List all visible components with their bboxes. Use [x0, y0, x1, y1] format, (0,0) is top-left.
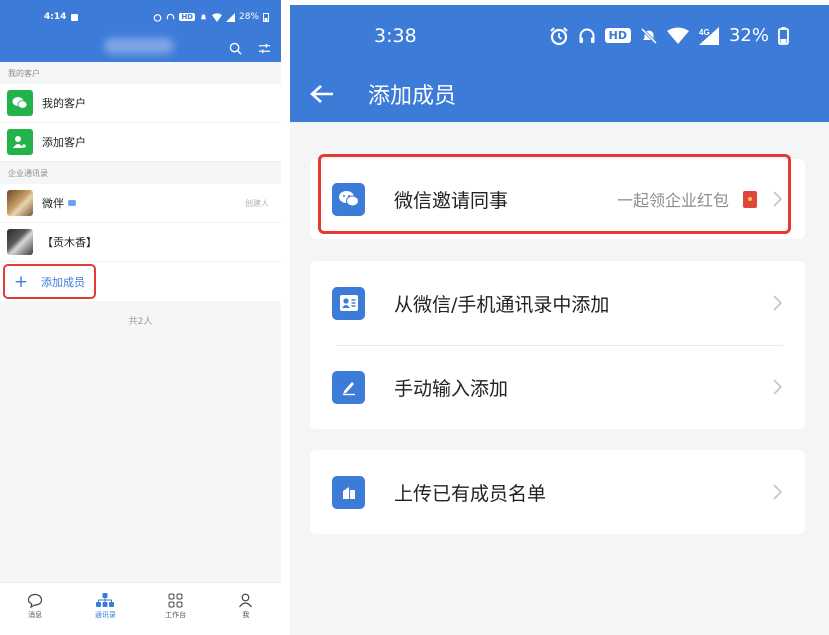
- member-row[interactable]: 【贡木香】: [0, 223, 281, 262]
- left-phone-screen: 4:14 HD 28% 我的客户 我的客户 添加客户 企业通讯录 微伴 创建人 …: [0, 0, 281, 630]
- settings-sliders-icon[interactable]: [258, 42, 271, 55]
- chat-bubble-icon: [28, 593, 43, 608]
- card-upload: 上传已有成员名单: [310, 450, 805, 534]
- tab-messages[interactable]: 消息: [0, 583, 70, 630]
- wifi-icon: [666, 27, 689, 44]
- alarm-icon: [549, 26, 568, 45]
- menu-item-label: 上传已有成员名单: [394, 482, 547, 505]
- search-icon[interactable]: [229, 42, 242, 55]
- svg-text:4G: 4G: [699, 28, 710, 37]
- member-name: 【贡木香】: [42, 236, 97, 249]
- add-member-button[interactable]: + 添加成员: [0, 262, 281, 301]
- member-role: 创建人: [245, 198, 269, 208]
- hd-badge: HD: [604, 28, 631, 43]
- status-time: 3:38: [374, 24, 417, 47]
- wecom-badge-icon: [68, 200, 76, 206]
- contact-card-icon: [332, 286, 365, 320]
- headphones-icon: [167, 13, 175, 19]
- battery-icon: [778, 26, 789, 45]
- wechat-icon: [7, 90, 33, 116]
- page-title: 添加成员: [368, 84, 457, 109]
- tab-me[interactable]: 我: [211, 583, 281, 630]
- avatar: [7, 190, 33, 216]
- status-bar: 4:14 HD 28%: [0, 0, 281, 34]
- member-count: 共2人: [128, 317, 153, 327]
- menu-item-upload-list[interactable]: 上传已有成员名单: [310, 450, 805, 534]
- list-item-label: 我的客户: [42, 97, 86, 110]
- menu-item-import-contacts[interactable]: 从微信/手机通讯录中添加: [310, 261, 805, 345]
- mute-icon: [200, 13, 207, 19]
- section-my-customers: 我的客户: [8, 69, 40, 78]
- org-chart-icon: [96, 593, 115, 607]
- highlight-box: [3, 264, 96, 299]
- list-item-add-customer[interactable]: 添加客户: [0, 123, 281, 162]
- wifi-icon: [211, 12, 222, 22]
- signal-icon: [225, 12, 235, 22]
- bottom-tab-bar: 消息 通讯录 工作台 我: [0, 582, 281, 630]
- pencil-icon: [332, 370, 365, 404]
- alarm-icon: [153, 13, 162, 22]
- avatar: [7, 229, 33, 255]
- list-item-label: 添加客户: [42, 136, 86, 149]
- back-arrow-icon[interactable]: [310, 84, 334, 104]
- list-item-my-customers[interactable]: 我的客户: [0, 84, 281, 123]
- menu-item-label: 从微信/手机通讯录中添加: [394, 293, 610, 316]
- top-nav: [0, 34, 281, 62]
- member-row[interactable]: 微伴 创建人: [0, 184, 281, 223]
- menu-item-manual-input[interactable]: 手动输入添加: [310, 345, 805, 429]
- battery-icon: [263, 13, 269, 22]
- card-import: 从微信/手机通讯录中添加 手动输入添加: [310, 261, 805, 429]
- battery-percent: 28%: [238, 12, 259, 22]
- section-directory: 企业通讯录: [8, 169, 48, 178]
- signal-4g-icon: 4G: [698, 26, 719, 45]
- mute-icon: [640, 27, 658, 44]
- tab-contacts[interactable]: 通讯录: [70, 583, 140, 630]
- member-name: 微伴: [42, 197, 64, 210]
- headphones-icon: [579, 28, 595, 43]
- status-time: 4:14: [44, 12, 67, 22]
- battery-percent: 32%: [728, 25, 769, 46]
- chevron-right-icon: [769, 379, 785, 395]
- chevron-right-icon: [769, 484, 785, 500]
- highlight-box: [318, 154, 791, 234]
- chevron-right-icon: [769, 295, 785, 311]
- add-contact-icon: [7, 129, 33, 155]
- grid-icon: [168, 593, 183, 608]
- menu-item-label: 手动输入添加: [394, 377, 509, 400]
- person-icon: [239, 593, 253, 608]
- hd-badge: HD: [179, 13, 195, 21]
- blurred-company-name: [104, 38, 174, 54]
- tab-workbench[interactable]: 工作台: [141, 583, 211, 630]
- gallery-icon: [71, 13, 79, 21]
- right-phone-screen: 3:38 HD 4G 32% 添加成员 微信邀请同事 一起领企业红包 从微信/手…: [290, 5, 829, 635]
- building-icon: [332, 475, 365, 509]
- status-bar: 3:38 HD 4G 32%: [290, 5, 829, 66]
- page-header: 添加成员: [290, 66, 829, 122]
